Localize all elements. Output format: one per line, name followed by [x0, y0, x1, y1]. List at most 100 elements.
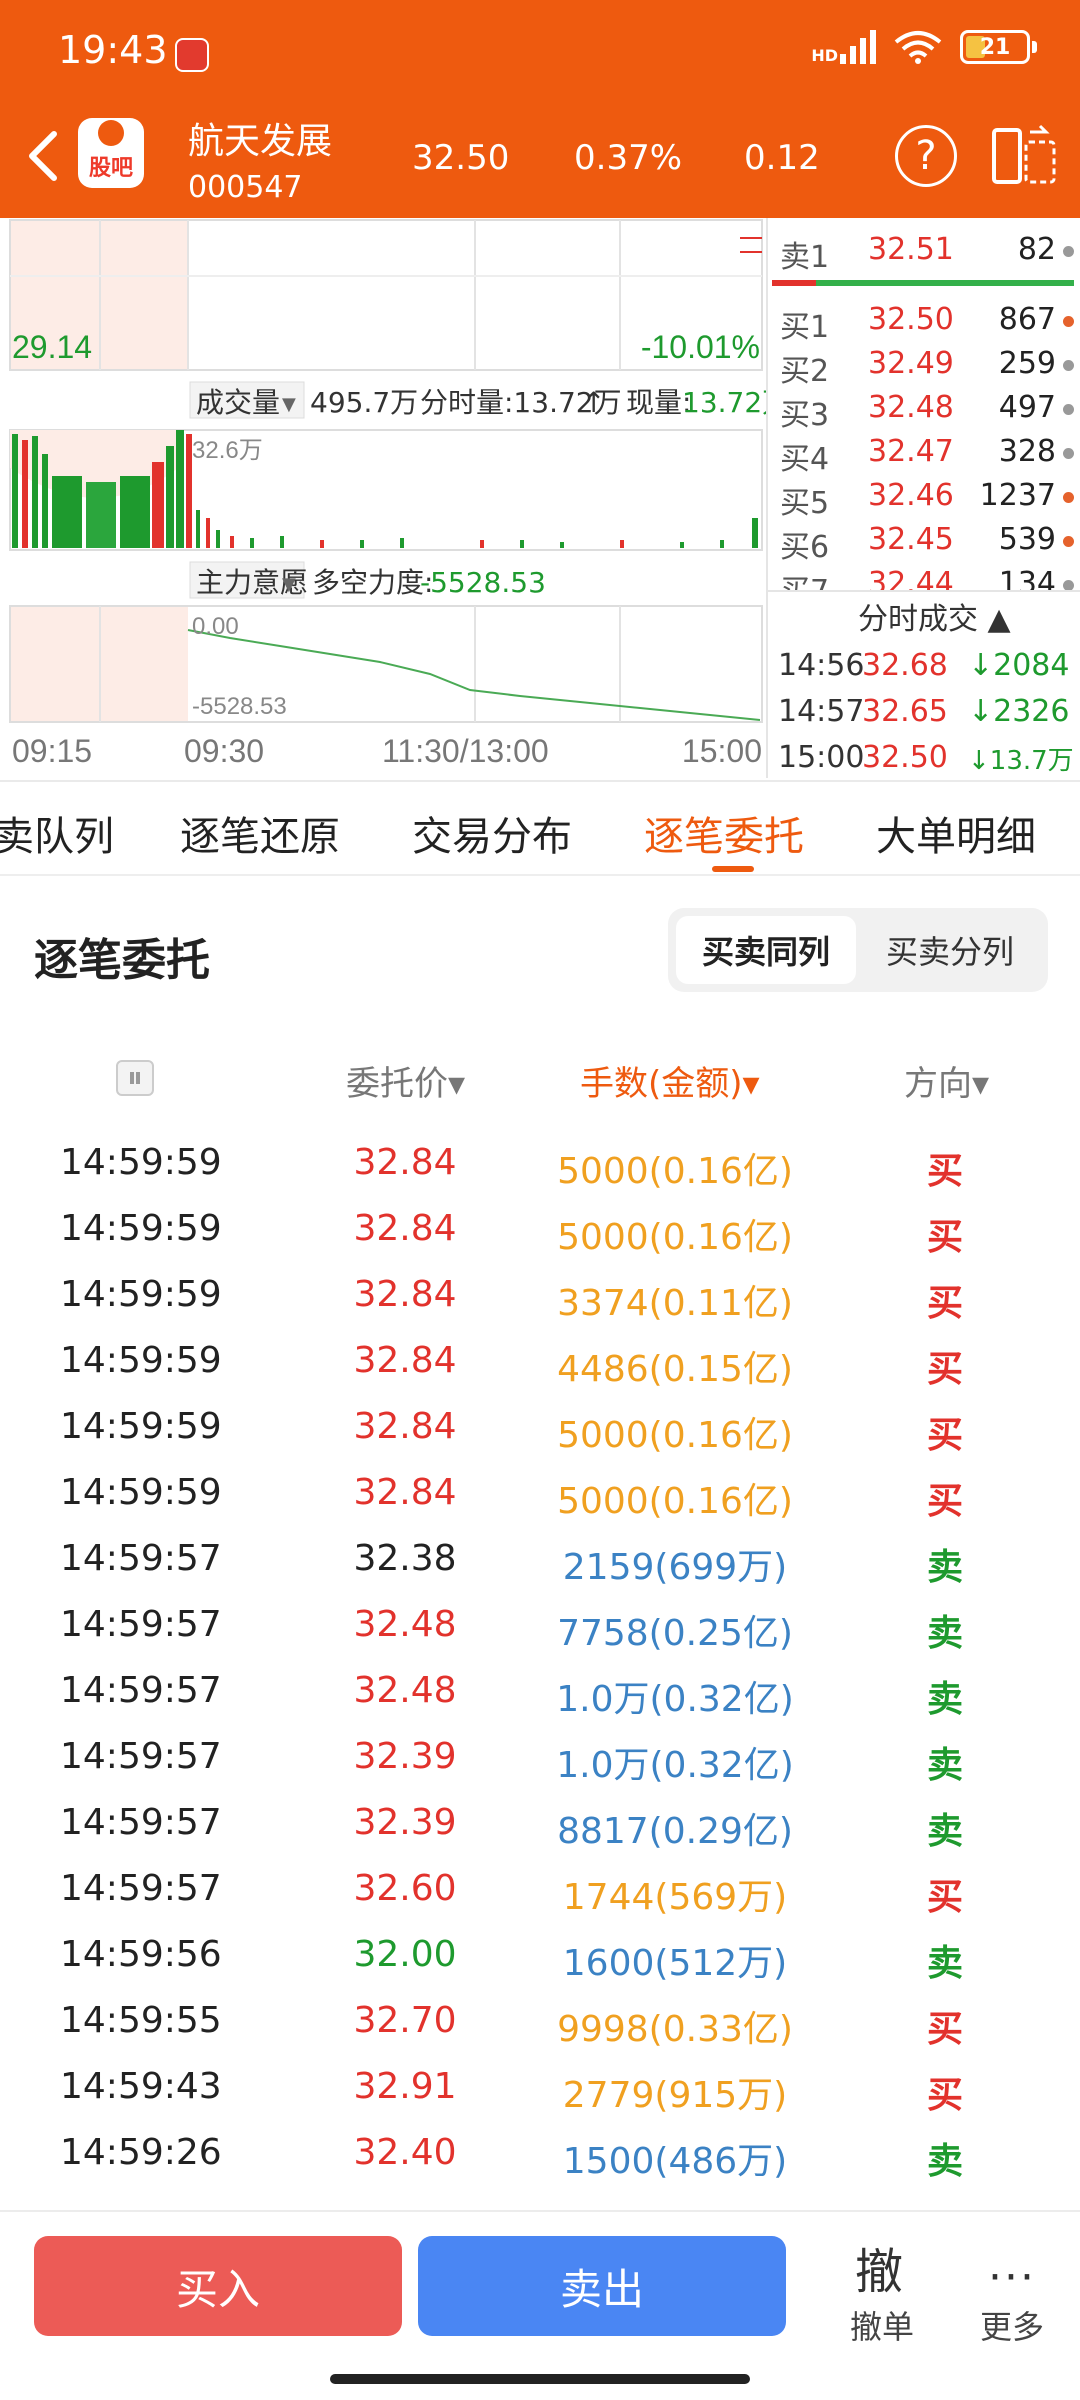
stock-code: 000547 [188, 170, 303, 205]
bid-dot-icon [1063, 316, 1074, 327]
screen-switch-icon[interactable] [990, 122, 1058, 188]
chart-svg: 29.14 -10.01% 成交量 ▼ 495.7万 分时量:13.72万 ↑ … [9, 219, 790, 769]
low-pct-label: -10.01% [641, 329, 760, 365]
sell-button[interactable]: 卖出 [418, 2236, 786, 2336]
svg-text:▼: ▼ [282, 394, 296, 415]
order-amount: 3374(0.11亿) [557, 1283, 793, 1324]
force-min: -5528.53 [192, 693, 287, 720]
bid-price: 32.44 [868, 566, 954, 590]
order-row[interactable]: 14:59:59 32.84 4486(0.15亿) 买 [0, 1328, 1080, 1394]
svg-text:↑: ↑ [582, 386, 605, 419]
order-direction: 卖 [926, 1943, 963, 1984]
col-amount-header[interactable]: 手数(金额)▾ [580, 1056, 760, 1105]
bid-volume: 867 [998, 302, 1056, 337]
order-row[interactable]: 14:59:57 32.39 1.0万(0.32亿) 卖 [0, 1724, 1080, 1790]
order-row[interactable]: 14:59:57 32.60 1744(569万) 买 [0, 1856, 1080, 1922]
more-label[interactable]: 更多 [980, 2302, 1044, 2348]
order-row[interactable]: 14:59:57 32.39 8817(0.29亿) 卖 [0, 1790, 1080, 1856]
trade-volume: ↓13.7万 [968, 746, 1074, 776]
tab-large-orders[interactable]: 大单明细 [876, 804, 1036, 862]
guba-logo[interactable]: 股吧 [78, 118, 144, 188]
status-time: 19:43 [58, 28, 168, 72]
mode-same-column[interactable]: 买卖同列 [676, 916, 856, 984]
order-price: 32.84 [353, 1208, 457, 1249]
bid-volume: 497 [998, 390, 1056, 425]
order-book[interactable]: 卖1 32.51 82 买1 32.50 867 买2 32.49 259 买3 32.48 4… [766, 218, 1080, 778]
order-price: 32.40 [353, 2132, 457, 2173]
back-arrow-icon[interactable] [20, 128, 68, 184]
order-time: 14:59:59 [60, 1208, 222, 1249]
order-time: 14:59:55 [60, 2000, 222, 2041]
order-row[interactable]: 14:59:57 32.48 7758(0.25亿) 卖 [0, 1592, 1080, 1658]
trades-title[interactable]: 分时成交 ▲ [858, 594, 1011, 638]
help-icon[interactable]: ? [895, 125, 957, 187]
home-indicator[interactable] [330, 2374, 750, 2384]
bid-label: 买6 [780, 530, 830, 565]
order-amount: 8817(0.29亿) [557, 1811, 793, 1852]
order-row[interactable]: 14:59:57 32.48 1.0万(0.32亿) 卖 [0, 1658, 1080, 1724]
order-row[interactable]: 14:59:59 32.84 5000(0.16亿) 买 [0, 1460, 1080, 1526]
more-dots-icon[interactable]: ··· [988, 2252, 1036, 2303]
bid-price: 32.45 [868, 522, 954, 557]
order-row[interactable]: 14:59:59 32.84 5000(0.16亿) 买 [0, 1394, 1080, 1460]
order-direction: 卖 [926, 1745, 963, 1786]
tab-queue[interactable]: 卖队列 [0, 804, 114, 862]
order-direction: 买 [926, 2009, 963, 2050]
bid-dot-icon [1063, 448, 1074, 459]
order-direction: 卖 [926, 1811, 963, 1852]
x-tick: 11:30/13:00 [382, 733, 549, 769]
order-direction: 卖 [926, 1613, 963, 1654]
order-row[interactable]: 14:59:56 32.00 1600(512万) 卖 [0, 1922, 1080, 1988]
order-amount: 9998(0.33亿) [557, 2009, 793, 2050]
bid-volume: 134 [998, 566, 1056, 590]
col-direction-header[interactable]: 方向▾ [904, 1056, 989, 1105]
order-row[interactable]: 14:59:43 32.91 2779(915万) 买 [0, 2054, 1080, 2120]
bid-price: 32.49 [868, 346, 954, 381]
bid-row: 买5 32.46 1237 [774, 474, 1074, 521]
buy-button[interactable]: 买入 [34, 2236, 402, 2336]
mode-split-column[interactable]: 买卖分列 [860, 916, 1040, 984]
order-list[interactable]: 14:59:59 32.84 5000(0.16亿) 买 14:59:59 32.84 50… [0, 1130, 1080, 2210]
order-price: 32.70 [353, 2000, 457, 2041]
bid-label: 买5 [780, 486, 830, 521]
col-price-header[interactable]: 委托价▾ [346, 1056, 465, 1105]
svg-text:▼: ▼ [282, 574, 296, 595]
order-row[interactable]: 14:59:26 32.40 1500(486万) 卖 [0, 2120, 1080, 2186]
tab-orders[interactable]: 逐笔委托 [644, 804, 804, 862]
order-amount: 2779(915万) [562, 2075, 788, 2116]
battery-icon: 21 [960, 30, 1037, 64]
order-amount: 2159(699万) [562, 1547, 788, 1588]
trade-price: 32.68 [862, 648, 948, 683]
notification-app-icon [175, 38, 209, 72]
order-price: 32.60 [353, 1868, 457, 1909]
bid-row: 买7 32.44 134 [774, 562, 1074, 590]
bid-price: 32.50 [868, 302, 954, 337]
caret-up-icon: ▲ [987, 602, 1011, 637]
pause-icon[interactable] [116, 1060, 154, 1096]
bid-dot-icon [1063, 580, 1074, 590]
order-row[interactable]: 14:59:59 32.84 3374(0.11亿) 买 [0, 1262, 1080, 1328]
cancel-order-label[interactable]: 撤单 [850, 2302, 914, 2348]
order-time: 14:59:57 [60, 1670, 222, 1711]
bid-dot-icon [1063, 492, 1074, 503]
order-direction: 卖 [926, 1547, 963, 1588]
order-row[interactable]: 14:59:57 32.38 2159(699万) 卖 [0, 1526, 1080, 1592]
tab-replay[interactable]: 逐笔还原 [180, 804, 340, 862]
bid-label: 买3 [780, 398, 830, 433]
order-row[interactable]: 14:59:59 32.84 5000(0.16亿) 买 [0, 1196, 1080, 1262]
intraday-chart[interactable]: 29.14 -10.01% 成交量 ▼ 495.7万 分时量:13.72万 ↑ … [0, 218, 790, 778]
bid-row: 买1 32.50 867 [774, 298, 1074, 345]
order-row[interactable]: 14:59:55 32.70 9998(0.33亿) 买 [0, 1988, 1080, 2054]
order-direction: 买 [926, 2075, 963, 2116]
bid-price: 32.46 [868, 478, 954, 513]
trade-volume: ↓2326 [968, 694, 1070, 729]
order-price: 32.48 [353, 1604, 457, 1645]
order-row[interactable]: 14:59:59 32.84 5000(0.16亿) 买 [0, 1130, 1080, 1196]
order-price: 32.38 [353, 1538, 457, 1579]
cancel-order-icon[interactable]: 撤 [855, 2232, 903, 2302]
trade-volume: ↓2084 [968, 648, 1070, 683]
tab-distribution[interactable]: 交易分布 [412, 804, 572, 862]
order-time: 14:59:26 [60, 2132, 222, 2173]
order-direction: 买 [926, 1877, 963, 1918]
trade-time: 14:57 [778, 694, 865, 729]
